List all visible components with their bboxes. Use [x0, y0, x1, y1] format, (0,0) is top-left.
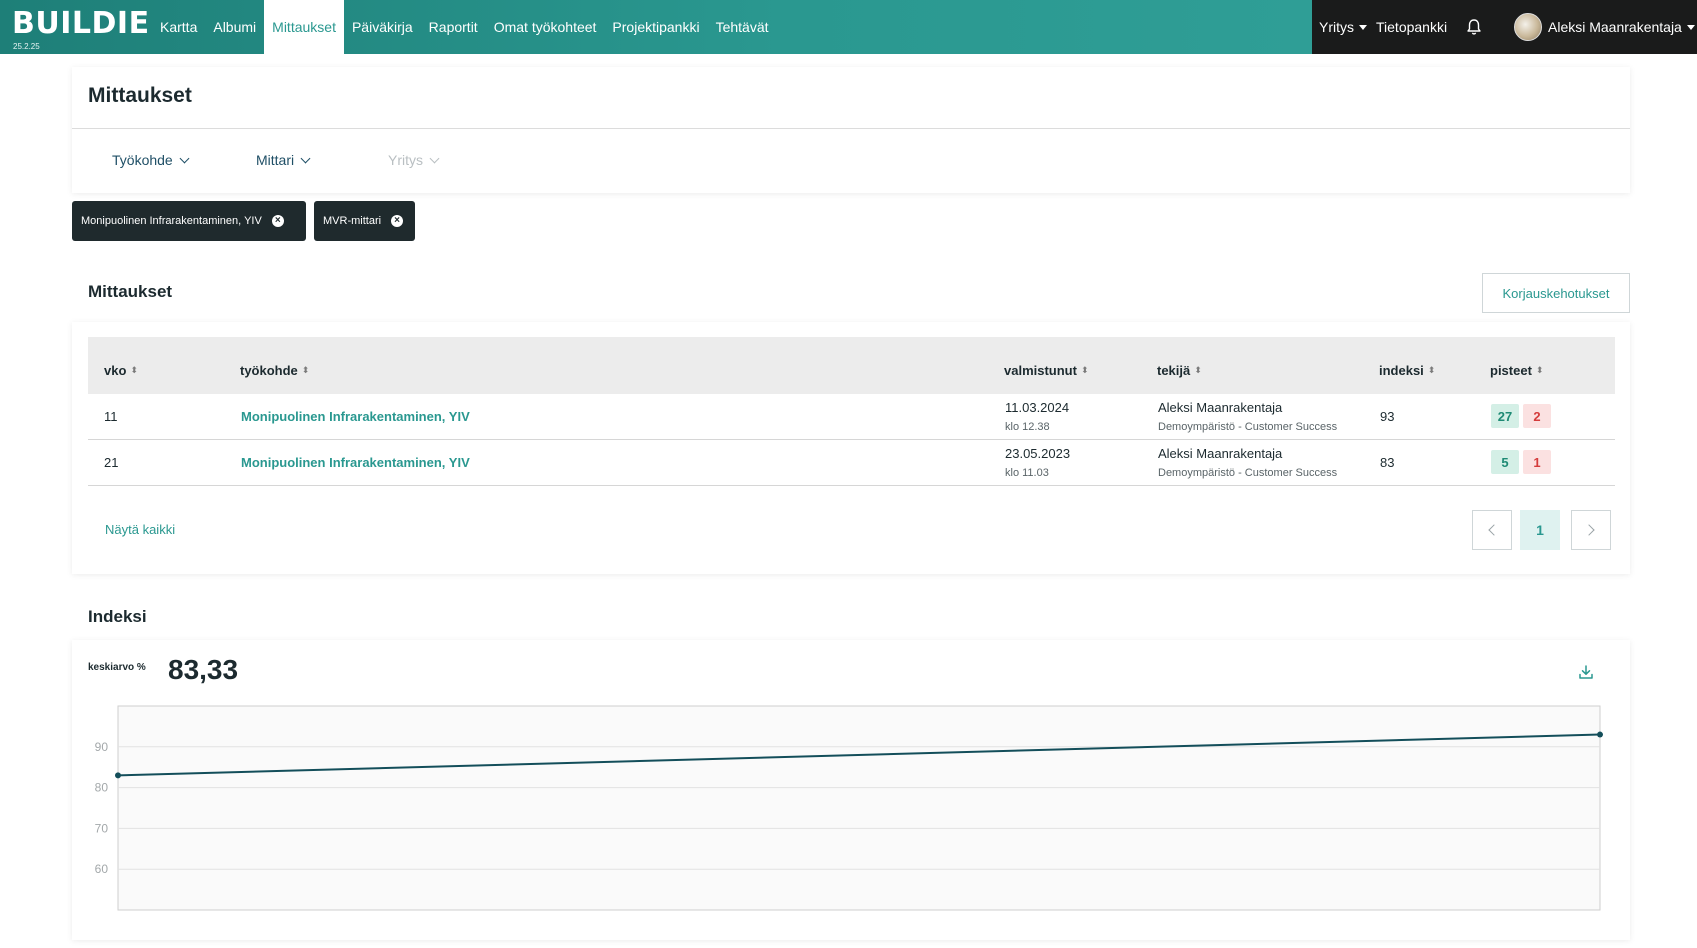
nav-item-mittaukset[interactable]: Mittaukset [264, 0, 344, 54]
sort-icon: ⬍ [1535, 365, 1544, 375]
cell-author: Aleksi Maanrakentaja [1158, 446, 1283, 461]
filter-meter-label: Mittari [256, 152, 295, 168]
cell-author: Aleksi Maanrakentaja [1158, 400, 1283, 415]
user-name: Aleksi Maanrakentaja [1548, 19, 1682, 35]
table-row[interactable]: 11 Monipuolinen Infrarakentaminen, YIV 1… [88, 394, 1615, 440]
main-nav: Kartta Albumi Mittaukset Päiväkirja Rapo… [152, 0, 777, 54]
filter-company[interactable]: Yritys [388, 152, 440, 168]
filter-meter[interactable]: Mittari [256, 152, 311, 168]
chevron-right-icon [1583, 524, 1595, 536]
page-title: Mittaukset [88, 84, 192, 107]
top-navigation-bar: BUILDIE 25.2.25 Kartta Albumi Mittaukset… [0, 0, 1697, 54]
cell-week: 11 [104, 409, 118, 424]
pagination-next-button[interactable] [1571, 510, 1611, 550]
close-icon[interactable]: × [391, 215, 404, 227]
column-header-points[interactable]: pisteet ⬍ [1490, 337, 1543, 394]
chevron-down-icon [179, 153, 190, 163]
column-header-author[interactable]: tekijä ⬍ [1157, 337, 1202, 394]
top-navigation-right: Yritys Tietopankki Aleksi Maanrakentaja [1312, 0, 1697, 54]
nav-item-tehtavat[interactable]: Tehtävät [708, 0, 777, 54]
sort-icon: ⬍ [301, 365, 310, 375]
cell-index: 93 [1380, 409, 1395, 424]
app-logo[interactable]: BUILDIE [12, 8, 150, 40]
column-header-completed[interactable]: valmistunut ⬍ [1004, 337, 1089, 394]
download-icon[interactable] [1578, 664, 1594, 685]
y-tick-label: 60 [95, 862, 109, 876]
y-tick-label: 70 [95, 821, 109, 835]
y-tick-label: 80 [95, 781, 109, 795]
cell-time: klo 12.38 [1005, 421, 1050, 433]
caret-down-icon [1359, 24, 1367, 30]
nav-item-projektipankki[interactable]: Projektipankki [604, 0, 707, 54]
close-icon[interactable]: × [271, 215, 284, 227]
filter-worksite[interactable]: Työkohde [112, 152, 190, 168]
table-row[interactable]: 21 Monipuolinen Infrarakentaminen, YIV 2… [88, 440, 1615, 486]
show-all-link[interactable]: Näytä kaikki [105, 522, 175, 537]
index-line-chart: 60 70 80 90 [95, 705, 1603, 911]
filter-chip-label: Monipuolinen Infrarakentaminen, YIV [81, 215, 262, 227]
nav-item-paivakirja[interactable]: Päiväkirja [344, 0, 421, 54]
data-point[interactable] [1597, 731, 1603, 738]
sort-icon: ⬍ [1080, 365, 1089, 375]
cell-author-org: Demoympäristö - Customer Success [1158, 467, 1338, 479]
nav-item-omat-tyokohteet[interactable]: Omat työkohteet [486, 0, 605, 54]
header-divider [72, 128, 1630, 129]
caret-down-icon [1686, 24, 1695, 30]
nav-item-albumi[interactable]: Albumi [205, 0, 264, 54]
filter-chip-label: MVR-mittari [323, 215, 382, 227]
filter-chip-worksite[interactable]: Monipuolinen Infrarakentaminen, YIV × [72, 201, 306, 241]
cell-date: 11.03.2024 [1005, 400, 1070, 415]
filter-worksite-label: Työkohde [112, 152, 173, 168]
cell-worksite-link[interactable]: Monipuolinen Infrarakentaminen, YIV [241, 409, 470, 424]
average-value: 83,33 [168, 654, 239, 685]
filter-company-label: Yritys [388, 152, 423, 168]
sort-icon: ⬍ [1427, 365, 1436, 375]
column-header-index[interactable]: indeksi ⬍ [1379, 337, 1435, 394]
data-point[interactable] [115, 772, 121, 779]
app-version: 25.2.25 [13, 42, 40, 51]
knowledge-base-link[interactable]: Tietopankki [1376, 0, 1447, 54]
header-card [72, 67, 1630, 193]
y-tick-label: 90 [95, 740, 109, 754]
cell-date: 23.05.2023 [1005, 446, 1071, 461]
cell-worksite-link[interactable]: Monipuolinen Infrarakentaminen, YIV [241, 455, 470, 470]
bell-icon[interactable] [1466, 0, 1482, 54]
user-menu[interactable]: Aleksi Maanrakentaja [1514, 0, 1695, 54]
avatar [1514, 13, 1542, 41]
column-header-worksite[interactable]: työkohde ⬍ [240, 337, 309, 394]
company-dropdown-label: Yritys [1319, 19, 1354, 35]
chevron-down-icon [300, 153, 311, 163]
sort-icon: ⬍ [130, 365, 138, 375]
chart-plot-area [117, 705, 1601, 911]
cell-index: 83 [1380, 455, 1395, 470]
points-ok-badge: 5 [1491, 450, 1519, 474]
average-label: keskiarvo % [88, 662, 146, 673]
cell-author-org: Demoympäristö - Customer Success [1158, 421, 1338, 433]
pagination-prev-button[interactable] [1472, 510, 1512, 550]
index-section-title: Indeksi [88, 607, 147, 626]
column-header-week[interactable]: vko ⬍ [104, 337, 138, 394]
top-navigation-left: BUILDIE 25.2.25 Kartta Albumi Mittaukset… [0, 0, 1312, 54]
points-bad-badge: 2 [1523, 404, 1551, 428]
measurements-section-title: Mittaukset [88, 282, 173, 301]
chart-y-ticks: 60 70 80 90 [95, 740, 109, 876]
chevron-down-icon [429, 153, 440, 163]
company-dropdown[interactable]: Yritys [1319, 0, 1367, 54]
fix-requests-button[interactable]: Korjauskehotukset [1482, 273, 1630, 313]
nav-item-kartta[interactable]: Kartta [152, 0, 205, 54]
pagination-page-button[interactable]: 1 [1520, 510, 1560, 550]
cell-time: klo 11.03 [1005, 467, 1049, 479]
chevron-left-icon [1488, 524, 1500, 536]
nav-item-raportit[interactable]: Raportit [421, 0, 486, 54]
filter-chip-meter[interactable]: MVR-mittari × [314, 201, 415, 241]
points-bad-badge: 1 [1523, 450, 1551, 474]
table-header: vko ⬍ työkohde ⬍ valmistunut ⬍ tekijä ⬍ inde… [88, 337, 1615, 394]
points-ok-badge: 27 [1491, 404, 1519, 428]
cell-week: 21 [104, 455, 119, 470]
sort-icon: ⬍ [1194, 365, 1202, 375]
